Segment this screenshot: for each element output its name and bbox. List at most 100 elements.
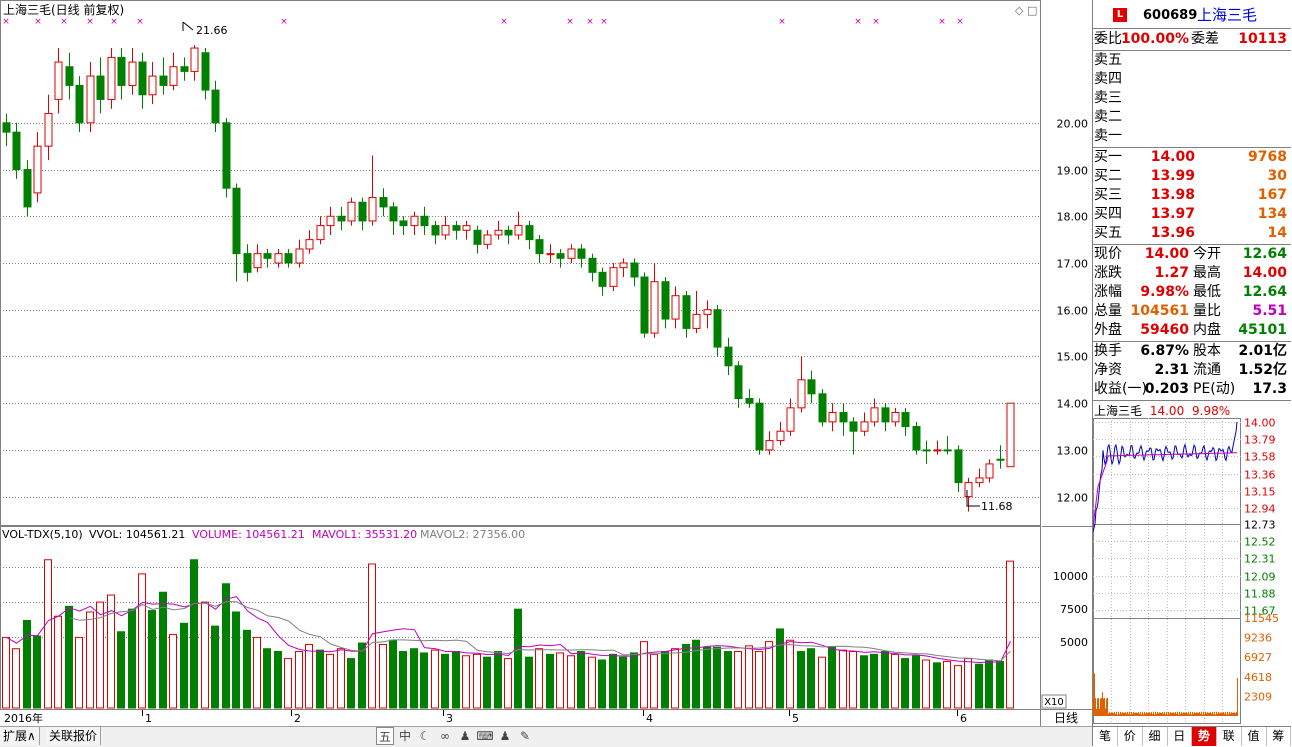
volume-bar (839, 649, 847, 709)
event-marker: × (586, 17, 594, 27)
volume-bar (556, 652, 564, 709)
intraday-chart[interactable]: 14.00 13.79 13.58 13.36 13.15 12.94 12.73 12.52… (1093, 418, 1291, 724)
candle-body (222, 122, 231, 189)
panel-tab[interactable]: 笔 (1093, 727, 1118, 746)
order-volume: 9768 (1248, 149, 1287, 165)
buy-row[interactable]: 买五 13.96 14 (1093, 224, 1291, 243)
link-icon[interactable]: ∞ (436, 727, 454, 745)
panel-tab[interactable]: 细 (1143, 727, 1168, 746)
stat-value: 14.00 (1242, 265, 1287, 281)
candle-body (148, 75, 157, 96)
mini-price-label: 13.15 (1244, 486, 1276, 499)
candle-body (180, 66, 189, 72)
buy-row[interactable]: 买二 13.99 30 (1093, 167, 1291, 186)
fundamental-row: 净资 2.31 流通 1.52亿 (1093, 361, 1291, 380)
panel-tab[interactable]: 联 (1217, 727, 1242, 746)
middle-icon[interactable]: 中 (396, 727, 414, 745)
candle-body (786, 407, 795, 432)
chart-title: 上海三毛(日线 前复权) (3, 2, 124, 17)
volume-bar (431, 649, 439, 709)
event-marker: × (938, 17, 946, 27)
volume-bar (703, 646, 711, 709)
user-icon[interactable]: ♟ (456, 727, 474, 745)
stat-value: 0.203 (1144, 381, 1189, 397)
vol-axis-label: 10000 (1053, 570, 1088, 583)
panel-tab[interactable]: 势 (1192, 727, 1217, 746)
period-label[interactable]: 日线 (1054, 711, 1078, 725)
panel-tabs: 笔价细日势联值筹 (1093, 726, 1292, 747)
candle-body (630, 262, 639, 278)
stat-value: 12.64 (1242, 284, 1287, 300)
price-axis: 20.00 19.00 18.00 17.00 16.00 15.00 14.00 13.00… (1057, 118, 1089, 505)
sell-row[interactable]: 卖四 (1093, 70, 1291, 89)
date-label: 2016年 (4, 711, 43, 725)
candle-body (410, 215, 419, 227)
candle-body (75, 84, 84, 124)
candle-body (295, 248, 304, 264)
event-marker: × (872, 17, 880, 27)
bottom-toolbar: 扩展∧ 关联报价 五 中 ☾ ∞ ♟ ⌨ ♟ ✎ (0, 726, 1092, 747)
candle-body (12, 131, 21, 171)
moon-icon[interactable]: ☾ (416, 727, 434, 745)
date-label: 5 (792, 712, 799, 725)
stat-label: 内盘 (1193, 322, 1221, 338)
order-price: 13.96 (1150, 225, 1195, 241)
volume-bar (661, 651, 669, 709)
panel-tab[interactable]: 日 (1167, 727, 1193, 746)
volume-bar (326, 653, 334, 709)
candle-body (337, 215, 346, 222)
volume-bar (389, 639, 397, 709)
volume-bar (734, 651, 742, 709)
candle-body (535, 239, 544, 255)
related-quote-tab[interactable]: 关联报价 (46, 727, 102, 745)
volume-bar (682, 643, 690, 709)
candle-body (504, 229, 513, 236)
volume-bar (128, 608, 136, 709)
stat-row: 外盘 59460 内盘 45101 (1093, 321, 1291, 340)
five-icon[interactable]: 五 (376, 727, 394, 745)
sell-row[interactable]: 卖五 (1093, 51, 1291, 70)
volume-bar (33, 635, 41, 709)
sell-row[interactable]: 卖一 (1093, 127, 1291, 146)
volume-bar (901, 658, 909, 709)
stock-name[interactable]: 上海三毛 (1197, 6, 1257, 25)
panel-tab[interactable]: 筹 (1266, 727, 1292, 746)
intraday-volume-axis: 11545 9236 6927 4618 2309 (1244, 612, 1279, 703)
candle-body (1006, 402, 1015, 468)
candle-body (912, 426, 921, 451)
order-label: 卖二 (1094, 109, 1122, 125)
stat-label: 流通 (1193, 362, 1221, 378)
buy-row[interactable]: 买三 13.98 167 (1093, 186, 1291, 205)
keyboard-icon[interactable]: ⌨ (476, 727, 494, 745)
order-label: 买四 (1094, 206, 1122, 222)
weicha-label: 委差 (1191, 31, 1219, 47)
square-icon[interactable]: □ (1027, 4, 1037, 17)
diamond-icon[interactable]: ◇ (1015, 4, 1024, 17)
panel-tab[interactable]: 值 (1242, 727, 1267, 746)
fundamental-row: 收益(一) 0.203 PE(动) 17.3 (1093, 380, 1291, 399)
vol-axis-label: 5000 (1060, 636, 1088, 649)
candle-body (159, 75, 168, 86)
person-icon[interactable]: ♟ (496, 727, 514, 745)
stock-code: 600689 (1143, 8, 1198, 23)
buy-row[interactable]: 买一 14.00 9768 (1093, 148, 1291, 167)
event-marker: × (136, 17, 144, 27)
candle-body (431, 225, 440, 236)
panel-tab[interactable]: 价 (1118, 727, 1143, 746)
price-axis-label: 18.00 (1057, 211, 1089, 224)
sell-row[interactable]: 卖二 (1093, 108, 1291, 127)
logo-icon[interactable]: L (1113, 8, 1127, 22)
volume-bar (996, 660, 1004, 709)
sell-row[interactable]: 卖三 (1093, 89, 1291, 108)
buy-row[interactable]: 买四 13.97 134 (1093, 205, 1291, 224)
expand-tab[interactable]: 扩展∧ (0, 727, 40, 745)
wrench-icon[interactable]: ✎ (516, 727, 534, 745)
candle-body (588, 257, 597, 273)
candle-body (211, 89, 220, 124)
volume-bar (316, 649, 324, 709)
intraday-avg-line (1093, 452, 1237, 527)
order-price: 13.98 (1150, 187, 1195, 203)
kline-chart-area[interactable]: 上海三毛(日线 前复权) ◇ □ × × × × × × × × × × × × × × × × 20.00 1… (0, 0, 1092, 746)
candle-body (765, 440, 774, 451)
stat-label: 最高 (1193, 265, 1221, 281)
